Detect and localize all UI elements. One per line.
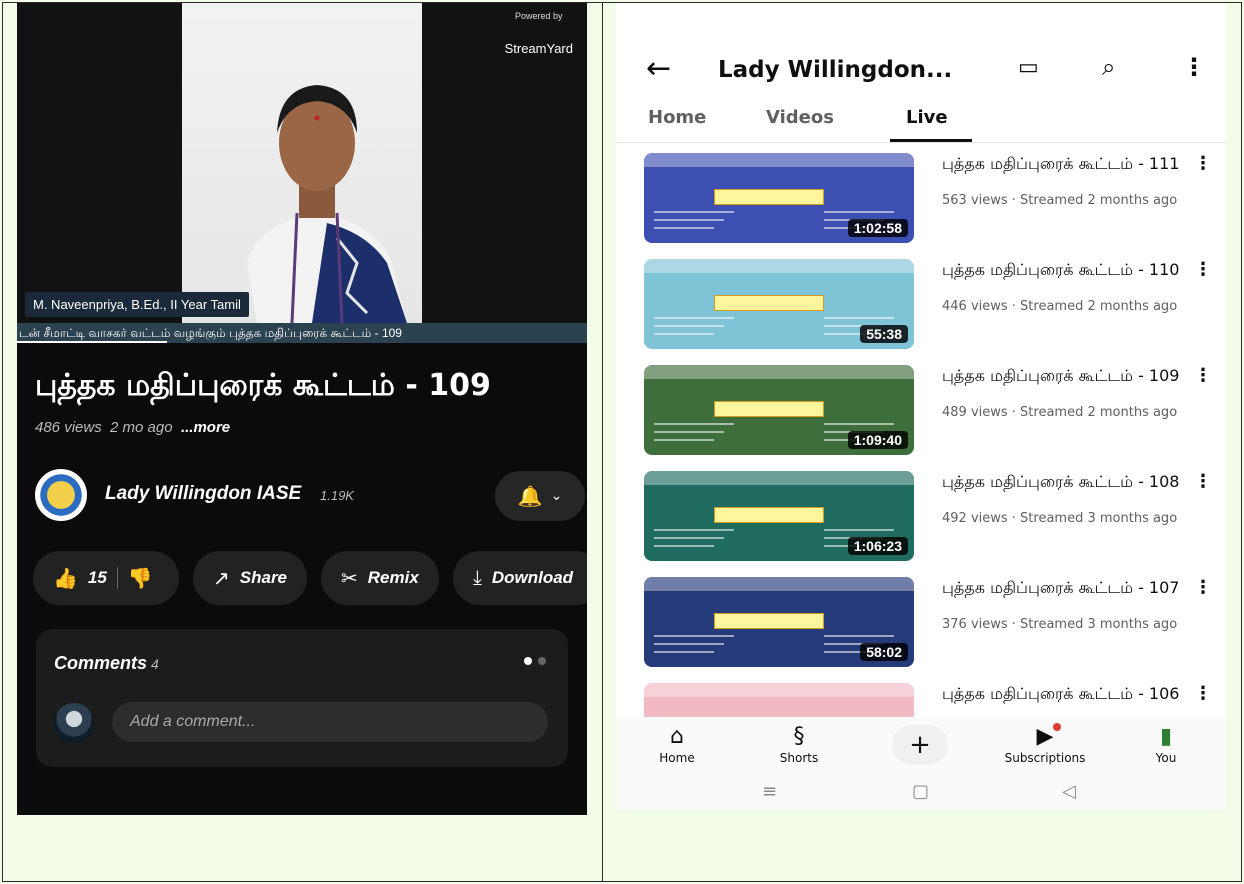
nav-home[interactable]: ⌂ Home <box>652 723 702 765</box>
video-thumbnail[interactable]: 1:06:23 <box>644 471 914 561</box>
bell-icon: 🔔 <box>517 484 543 508</box>
video-duration: 1:02:58 <box>847 219 908 237</box>
thumbs-down-icon: 👎 <box>127 567 153 590</box>
streamyard-branding: Powered by StreamYard <box>504 11 573 56</box>
speaker-nameplate: M. Naveenpriya, B.Ed., II Year Tamil <box>25 292 249 317</box>
active-tab-indicator <box>890 139 972 142</box>
tab-home[interactable]: Home <box>648 107 706 128</box>
add-comment-input[interactable]: Add a comment... <box>112 702 548 742</box>
video-options-icon[interactable]: ⋮ <box>1194 471 1212 492</box>
upload-age: 2 mo ago <box>110 419 173 436</box>
video-thumbnail[interactable]: 1:09:40 <box>644 365 914 455</box>
video-progress-bar[interactable] <box>17 341 167 343</box>
tab-live[interactable]: Live <box>906 107 948 128</box>
home-icon: ⌂ <box>670 724 684 749</box>
create-button[interactable]: + <box>892 725 948 765</box>
plus-icon: + <box>909 730 931 760</box>
video-list-meta: 376 views · Streamed 3 months ago <box>942 617 1178 632</box>
more-link[interactable]: ...more <box>181 419 230 436</box>
channel-row: Lady Willingdon IASE 1.19K 🔔 ⌄ <box>35 469 585 523</box>
video-options-icon[interactable]: ⋮ <box>1194 153 1212 174</box>
thumbs-up-icon: 👍 <box>53 567 78 590</box>
like-count: 15 <box>87 568 107 587</box>
comments-title: Comments 4 <box>54 653 159 673</box>
nav-you[interactable]: ▮ You <box>1144 723 1188 765</box>
video-list-item[interactable]: 58:02 புத்தக மதிப்புரைக் கூட்டம் - 107 376… <box>616 577 1226 677</box>
video-list-meta: 489 views · Streamed 2 months ago <box>942 405 1178 420</box>
video-list-title[interactable]: புத்தக மதிப்புரைக் கூட்டம் - 108 <box>942 473 1192 491</box>
nav-subscriptions[interactable]: ▶ Subscriptions <box>990 723 1100 765</box>
you-avatar-icon: ▮ <box>1159 724 1173 749</box>
download-icon: ⤓ <box>473 566 482 589</box>
video-list-item[interactable]: 1:02:58 புத்தக மதிப்புரைக் கூட்டம் - 111 5… <box>616 153 1226 253</box>
video-list-title[interactable]: புத்தக மதிப்புரைக் கூட்டம் - 110 <box>942 261 1192 279</box>
notification-bell-button[interactable]: 🔔 ⌄ <box>495 471 585 521</box>
cast-icon[interactable]: ▭ <box>1018 55 1039 80</box>
home-button-icon[interactable]: ▢ <box>912 781 929 802</box>
user-avatar <box>54 703 94 743</box>
video-thumbnail[interactable]: 58:02 <box>644 577 914 667</box>
comments-panel[interactable]: Comments 4 Add a comment... <box>36 629 568 767</box>
video-options-icon[interactable]: ⋮ <box>1194 683 1212 704</box>
video-options-icon[interactable]: ⋮ <box>1194 259 1212 280</box>
like-dislike-button[interactable]: 👍 15 👎 <box>33 551 179 605</box>
remix-icon: ✂ <box>341 567 358 590</box>
video-list-title[interactable]: புத்தக மதிப்புரைக் கூட்டம் - 107 <box>942 579 1192 597</box>
video-list-item[interactable]: 1:06:23 புத்தக மதிப்புரைக் கூட்டம் - 108 4… <box>616 471 1226 571</box>
video-meta: 486 views 2 mo ago ...more <box>35 419 230 436</box>
chevron-down-icon: ⌄ <box>550 488 563 504</box>
channel-name[interactable]: Lady Willingdon IASE <box>105 483 301 505</box>
video-title: புத்தக மதிப்புரைக் கூட்டம் - 109 <box>35 368 491 403</box>
video-list-item[interactable]: 1:09:40 புத்தக மதிப்புரைக் கூட்டம் - 109 4… <box>616 365 1226 465</box>
channel-tabs: Home Videos Live <box>616 103 1226 143</box>
view-count: 486 views <box>35 419 102 436</box>
video-options-icon[interactable]: ⋮ <box>1194 365 1212 386</box>
remix-button[interactable]: ✂ Remix <box>321 551 439 605</box>
back-arrow-icon[interactable]: ← <box>646 51 671 86</box>
channel-avatar[interactable] <box>35 469 87 521</box>
subscriber-count: 1.19K <box>320 488 354 503</box>
comments-count: 4 <box>151 656 159 672</box>
bottom-navigation: ⌂ Home § Shorts + ▶ Subscriptions ▮ You … <box>616 717 1226 809</box>
download-button[interactable]: ⤓ Download <box>453 551 587 605</box>
back-icon[interactable]: ◁ <box>1062 781 1076 802</box>
video-list-meta: 563 views · Streamed 2 months ago <box>942 193 1178 208</box>
video-list-title[interactable]: புத்தக மதிப்புரைக் கூட்டம் - 111 <box>942 155 1192 173</box>
video-player[interactable]: Powered by StreamYard M. Naveenpriya, B.… <box>17 3 587 343</box>
video-duration: 58:02 <box>860 643 908 661</box>
channel-title: Lady Willingdon... <box>718 57 953 83</box>
speaker-figure <box>247 85 407 323</box>
watch-screen: Powered by StreamYard M. Naveenpriya, B.… <box>17 3 587 815</box>
video-thumbnail[interactable]: 55:38 <box>644 259 914 349</box>
video-duration: 1:06:23 <box>847 537 908 555</box>
streamyard-logo: StreamYard <box>504 41 573 56</box>
subscriptions-icon: ▶ <box>1036 724 1054 749</box>
video-duration: 1:09:40 <box>847 431 908 449</box>
video-list-title[interactable]: புத்தக மதிப்புரைக் கூட்டம் - 106 <box>942 685 1192 703</box>
action-row: 👍 15 👎 ↗ Share ✂ Remix ⤓ Download <box>33 551 587 605</box>
shorts-icon: § <box>793 724 805 749</box>
channel-screen: ← Lady Willingdon... ▭ ⌕ ⋮ Home Videos L… <box>616 3 1226 809</box>
tab-videos[interactable]: Videos <box>766 107 834 128</box>
video-list-item[interactable]: 55:38 புத்தக மதிப்புரைக் கூட்டம் - 110 446… <box>616 259 1226 359</box>
search-icon[interactable]: ⌕ <box>1102 53 1115 81</box>
video-thumbnail[interactable]: 1:02:58 <box>644 153 914 243</box>
more-options-icon[interactable]: ⋮ <box>1182 53 1206 81</box>
panel-divider <box>602 2 603 882</box>
video-list-meta: 492 views · Streamed 3 months ago <box>942 511 1178 526</box>
recents-icon[interactable]: ≡ <box>762 781 777 802</box>
top-app-bar: ← Lady Willingdon... ▭ ⌕ ⋮ <box>616 47 1226 95</box>
video-list-title[interactable]: புத்தக மதிப்புரைக் கூட்டம் - 109 <box>942 367 1192 385</box>
share-button[interactable]: ↗ Share <box>193 551 307 605</box>
system-navigation: ≡ ▢ ◁ <box>616 777 1226 809</box>
video-ticker: டன் சீமாட்டி வாசகர் வட்டம் வழங்கும் புத்… <box>17 323 587 343</box>
share-icon: ↗ <box>213 567 230 590</box>
new-content-badge <box>1053 723 1061 731</box>
video-options-icon[interactable]: ⋮ <box>1194 577 1212 598</box>
pager-dots <box>524 657 546 665</box>
video-list-meta: 446 views · Streamed 2 months ago <box>942 299 1178 314</box>
video-duration: 55:38 <box>860 325 908 343</box>
nav-shorts[interactable]: § Shorts <box>768 723 830 765</box>
